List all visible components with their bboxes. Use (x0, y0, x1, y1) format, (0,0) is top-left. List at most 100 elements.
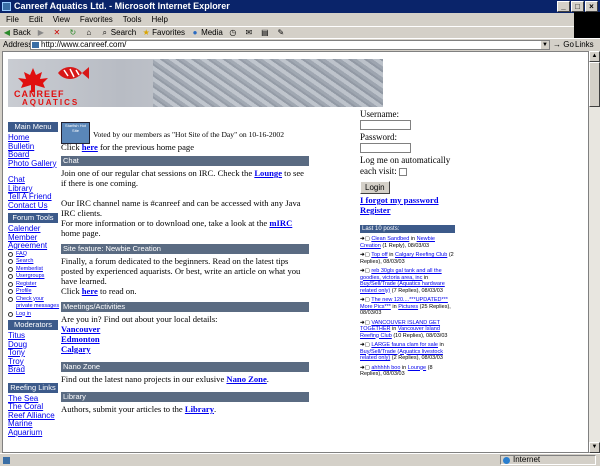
post-forum-link[interactable]: Calgary Reefing Club (395, 252, 447, 258)
nano-zone-link[interactable]: Nano Zone (226, 374, 266, 384)
menu-view[interactable]: View (53, 13, 70, 26)
nav-contact-us[interactable]: Contact Us (8, 201, 58, 211)
print-button[interactable]: ▤ (261, 28, 271, 37)
password-input[interactable] (360, 143, 411, 153)
nav-faq[interactable]: FAQ (8, 251, 58, 259)
nav-private-messages[interactable]: Check your (8, 296, 58, 304)
search-icon (8, 259, 13, 264)
menu-file[interactable]: File (6, 13, 19, 26)
city-edmonton-link[interactable]: Edmonton (61, 334, 309, 344)
profile-icon (8, 289, 13, 294)
post-item: ➜▢ Top off in Calgary Reefing Club (2 Re… (360, 252, 454, 265)
nav-log-in[interactable]: Log in (8, 311, 58, 319)
moderators-title: Moderators (8, 320, 58, 330)
city-vancouver-link[interactable]: Vancouver (61, 324, 309, 334)
window-title: Canreef Aquatics Ltd. - Microsoft Intern… (14, 1, 230, 11)
address-dropdown-icon[interactable]: ▼ (541, 41, 549, 49)
status-bar: Internet (0, 453, 600, 466)
city-calgary-link[interactable]: Calgary (61, 344, 309, 354)
messages-icon (8, 296, 13, 302)
mail-button[interactable]: ✉ (245, 28, 255, 37)
post-title-link[interactable]: Top off (371, 252, 387, 258)
main-content: Starfish Hot Site Voted by our members a… (61, 122, 309, 414)
nav-usergroups[interactable]: Usergroups (8, 273, 58, 281)
nav-search[interactable]: Search (8, 258, 58, 266)
security-zone: Internet (500, 455, 596, 465)
post-item: ➜▢ The new 120....***UPDATED*** More Pic… (360, 297, 451, 316)
register-link[interactable]: Register (360, 205, 455, 215)
post-title-link[interactable]: ahhhhh boo (371, 365, 400, 371)
history-button[interactable]: ◷ (229, 27, 239, 37)
post-forum-link[interactable]: Lounge (408, 365, 426, 371)
vertical-scrollbar[interactable]: ▲ ▼ (589, 51, 600, 453)
edit-button[interactable]: ✎ (277, 28, 287, 37)
hot-site-badge[interactable]: Starfish Hot Site (61, 122, 90, 144)
maximize-button[interactable]: □ (571, 1, 584, 12)
scroll-thumb[interactable] (589, 62, 600, 107)
reefing-links-title: Reefing Links (8, 382, 58, 393)
nav-register[interactable]: Register (8, 281, 58, 289)
post-title-link[interactable]: Clean Sandbed (371, 236, 409, 242)
newbie-heading: Site feature: Newbie Creation (61, 244, 309, 254)
banner-rock-texture (153, 59, 383, 107)
forgot-password-link[interactable]: I forgot my password (360, 195, 455, 205)
refresh-button[interactable]: ↻ (69, 28, 79, 37)
scroll-down-arrow[interactable]: ▼ (589, 442, 600, 453)
last-posts-title: Last 10 posts: (360, 225, 455, 233)
address-input[interactable]: http://www.canreef.com/ ▼ (30, 40, 550, 50)
nav-photo-gallery[interactable]: Photo Gallery (8, 159, 58, 169)
history-icon: ◷ (229, 27, 237, 37)
post-icon: ▢ (364, 268, 370, 274)
minimize-button[interactable]: _ (557, 1, 570, 12)
post-icon: ▢ (364, 297, 370, 303)
menu-help[interactable]: Help (151, 13, 167, 26)
nav-private-messages-2[interactable]: private messages (8, 303, 59, 311)
home-icon: ⌂ (86, 27, 92, 37)
remember-me-checkbox[interactable] (399, 167, 407, 176)
post-title-link[interactable]: reb 30gls gal tank and all the goodies, … (360, 268, 442, 281)
hot-site-text: Voted by our members as "Hot Site of the… (93, 130, 285, 139)
ie-icon (2, 2, 11, 11)
username-label: Username: (360, 109, 399, 119)
fish-icon (58, 67, 89, 79)
stop-button[interactable]: ✕ (53, 27, 63, 37)
window-titlebar: Canreef Aquatics Ltd. - Microsoft Intern… (0, 0, 600, 13)
moderator-brad[interactable]: Brad (8, 365, 58, 375)
globe-icon (503, 457, 510, 464)
post-forum-link[interactable]: Pictures (398, 304, 418, 310)
stop-icon: ✕ (53, 27, 61, 37)
nav-profile[interactable]: Profile (8, 288, 58, 296)
favorites-button[interactable]: ★ Favorites (142, 27, 186, 39)
media-button[interactable]: ● Media (191, 27, 223, 39)
newbie-link[interactable]: here (82, 286, 98, 296)
post-title-link[interactable]: LARGE fauna clam for sale (371, 342, 438, 348)
search-button[interactable]: ⌕ Search (101, 27, 137, 39)
nav-agreement[interactable]: Agreement (8, 241, 58, 251)
previous-home-link[interactable]: here (82, 142, 98, 152)
links-button[interactable]: Links (575, 39, 594, 51)
address-bar: Address http://www.canreef.com/ ▼ → Go L… (0, 38, 600, 50)
newbie-paragraph: Finally, a forum dedicated to the beginn… (61, 256, 301, 286)
nav-memberlist[interactable]: Memberlist (8, 266, 58, 274)
nano-heading: Nano Zone (61, 362, 309, 372)
back-button[interactable]: ◀ Back (3, 27, 31, 39)
login-button[interactable]: Login (360, 181, 390, 194)
forward-button[interactable]: ▶ (37, 28, 47, 37)
menu-favorites[interactable]: Favorites (80, 13, 113, 26)
home-button[interactable]: ⌂ (85, 27, 95, 37)
scroll-up-arrow[interactable]: ▲ (589, 51, 600, 62)
go-button[interactable]: → Go (553, 39, 574, 51)
menu-edit[interactable]: Edit (29, 13, 43, 26)
back-arrow-icon: ◀ (3, 27, 11, 37)
register-icon (8, 281, 13, 287)
page-icon (32, 42, 39, 48)
close-button[interactable]: × (585, 1, 598, 12)
toolbar: ◀ Back ▶ ✕ ↻ ⌂ ⌕ Search ★ Favorites ● Media … (0, 26, 574, 38)
reef-link-aquarium[interactable]: Aquarium (8, 428, 58, 438)
lounge-link[interactable]: Lounge (254, 168, 282, 178)
mirc-link[interactable]: mIRC (269, 218, 292, 228)
username-input[interactable] (360, 120, 411, 130)
library-link[interactable]: Library (185, 404, 214, 414)
library-heading: Library (61, 392, 309, 402)
menu-tools[interactable]: Tools (123, 13, 142, 26)
